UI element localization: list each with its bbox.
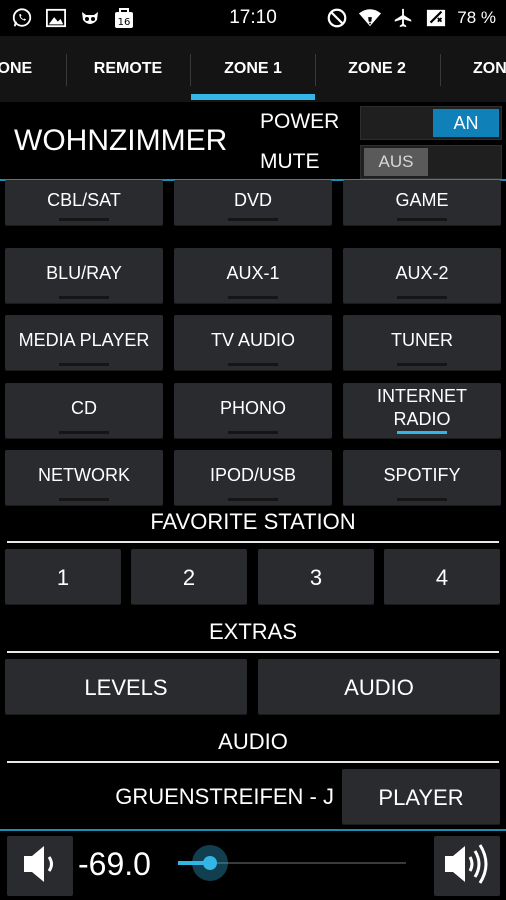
battery-level: 78 % bbox=[457, 8, 496, 27]
source-indicator bbox=[397, 363, 447, 366]
status-bar: 16 17:10 78 % bbox=[0, 0, 506, 36]
favorite-station-title: FAVORITE STATION bbox=[150, 509, 356, 534]
source-indicator bbox=[228, 296, 278, 299]
source-button-label: TV AUDIO bbox=[210, 329, 295, 350]
source-spotify-button[interactable]: SPOTIFY bbox=[343, 450, 501, 506]
source-indicator bbox=[397, 498, 447, 501]
favorite-station-1-button[interactable]: 1 bbox=[5, 549, 121, 605]
source-cd-button[interactable]: CD bbox=[5, 383, 163, 439]
source-button-label: AUX-2 bbox=[395, 262, 449, 283]
volume-value: -69.0 bbox=[78, 846, 151, 882]
source-button-label: CBL/SAT bbox=[47, 189, 121, 210]
audio-button[interactable]: AUDIO bbox=[258, 659, 500, 715]
source-indicator bbox=[59, 363, 109, 366]
now-playing-text: GRUENSTREIFEN - J bbox=[115, 784, 334, 809]
extras-title: EXTRAS bbox=[208, 619, 298, 644]
source-indicator bbox=[228, 363, 278, 366]
source-button-label: TUNER bbox=[391, 329, 453, 350]
volume-up-button[interactable] bbox=[434, 836, 500, 896]
volume-down-button[interactable] bbox=[7, 836, 73, 896]
source-dvd-button[interactable]: DVD bbox=[174, 180, 332, 226]
tab-divider bbox=[440, 54, 441, 86]
mute-toggle[interactable]: AUS bbox=[360, 145, 502, 179]
source-indicator bbox=[397, 218, 447, 221]
tab-zone-1[interactable]: ZONE 1 bbox=[191, 36, 315, 102]
source-internet-radio-button[interactable]: INTERNET RADIO bbox=[343, 383, 501, 439]
source-media-player-button[interactable]: MEDIA PLAYER bbox=[5, 315, 163, 371]
source-ipod-usb-button[interactable]: IPOD/USB bbox=[174, 450, 332, 506]
source-cbl-sat-button[interactable]: CBL/SAT bbox=[5, 180, 163, 226]
source-indicator bbox=[59, 296, 109, 299]
volume-slider-thumb[interactable] bbox=[191, 845, 228, 881]
source-game-button[interactable]: GAME bbox=[343, 180, 501, 226]
source-indicator bbox=[59, 218, 109, 221]
section-divider bbox=[7, 541, 499, 543]
wifi-icon bbox=[358, 6, 382, 30]
section-divider bbox=[7, 651, 499, 653]
source-button-label: SPOTIFY bbox=[383, 464, 461, 485]
section-divider bbox=[7, 761, 499, 763]
source-phono-button[interactable]: PHONO bbox=[174, 383, 332, 439]
dnd-icon bbox=[325, 6, 349, 30]
no-sim-icon bbox=[424, 6, 448, 30]
speaker-high-icon bbox=[442, 840, 492, 893]
tab-zone[interactable]: ZONE bbox=[0, 36, 60, 102]
tab-remote[interactable]: REMOTE bbox=[66, 36, 190, 102]
zone-tab-bar: ZONE REMOTE ZONE 1 ZONE 2 ZON bbox=[0, 36, 506, 102]
source-button-label: NETWORK bbox=[38, 464, 130, 485]
source-network-button[interactable]: NETWORK bbox=[5, 450, 163, 506]
source-aux-2-button[interactable]: AUX-2 bbox=[343, 248, 501, 304]
source-button-label: DVD bbox=[233, 189, 272, 210]
room-title: WOHNZIMMER bbox=[14, 124, 228, 157]
active-tab-indicator bbox=[191, 94, 315, 100]
mute-toggle-thumb: AUS bbox=[364, 148, 428, 176]
source-active-indicator bbox=[397, 431, 447, 434]
favorite-station-3-button[interactable]: 3 bbox=[258, 549, 374, 605]
source-button-label: CD bbox=[71, 397, 97, 418]
tab-zone-3[interactable]: ZON bbox=[473, 36, 506, 102]
source-button-label: AUX-1 bbox=[226, 262, 280, 283]
source-button-label: PHONO bbox=[219, 397, 286, 418]
source-button-label: IPOD/USB bbox=[209, 464, 297, 485]
tab-zone-2[interactable]: ZONE 2 bbox=[315, 36, 439, 102]
player-button[interactable]: PLAYER bbox=[342, 769, 500, 825]
source-tv-audio-button[interactable]: TV AUDIO bbox=[174, 315, 332, 371]
source-indicator bbox=[228, 431, 278, 434]
mute-label: MUTE bbox=[260, 150, 320, 173]
source-indicator bbox=[228, 498, 278, 501]
source-indicator bbox=[397, 296, 447, 299]
source-button-label: BLU/RAY bbox=[46, 262, 122, 283]
source-aux-1-button[interactable]: AUX-1 bbox=[174, 248, 332, 304]
source-indicator bbox=[228, 218, 278, 221]
source-blu-ray-button[interactable]: BLU/RAY bbox=[5, 248, 163, 304]
source-button-label: MEDIA PLAYER bbox=[18, 329, 150, 350]
speaker-low-icon bbox=[20, 842, 60, 891]
power-label: POWER bbox=[260, 110, 340, 133]
favorite-station-2-button[interactable]: 2 bbox=[131, 549, 247, 605]
source-indicator bbox=[59, 498, 109, 501]
volume-bar bbox=[0, 831, 506, 900]
power-toggle[interactable]: AN bbox=[360, 106, 502, 140]
favorite-station-4-button[interactable]: 4 bbox=[384, 549, 500, 605]
power-toggle-thumb: AN bbox=[433, 109, 499, 137]
source-indicator bbox=[59, 431, 109, 434]
source-tuner-button[interactable]: TUNER bbox=[343, 315, 501, 371]
audio-title: AUDIO bbox=[218, 729, 288, 754]
source-button-label: INTERNET RADIO bbox=[377, 386, 467, 429]
source-button-label: GAME bbox=[395, 189, 449, 210]
levels-button[interactable]: LEVELS bbox=[5, 659, 247, 715]
airplane-icon bbox=[391, 6, 415, 30]
